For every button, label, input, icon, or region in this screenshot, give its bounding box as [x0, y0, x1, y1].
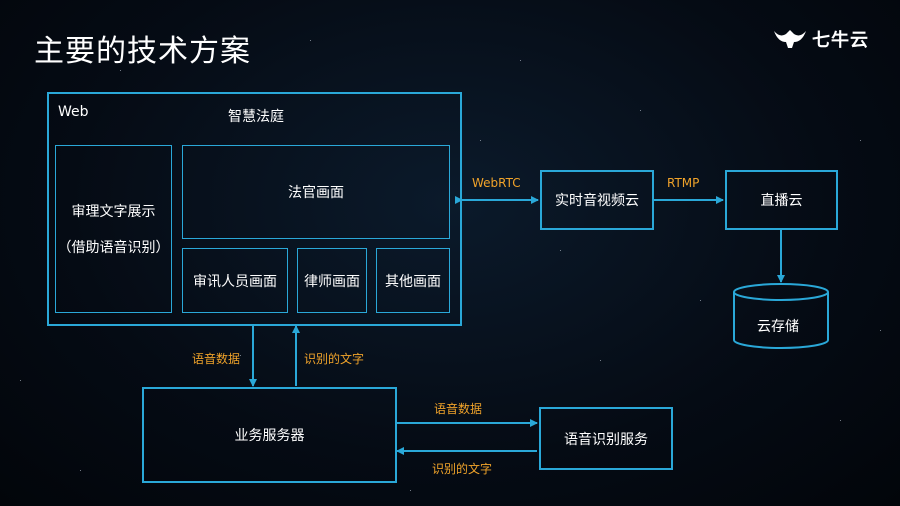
rtmp-label: RTMP: [667, 176, 700, 190]
app-name: 智慧法庭: [228, 109, 284, 125]
lawyer-view-label: 律师画面: [304, 273, 360, 290]
other-view-box: 其他画面: [376, 248, 450, 313]
lawyer-view-box: 律师画面: [297, 248, 367, 313]
voice-right-label: 语音数据: [434, 402, 483, 416]
voice-down-label: 语音数据: [192, 352, 241, 366]
trial-staff-view-label: 审讯人员画面: [193, 273, 277, 290]
text-display-box: 审理文字展示 （借助语音识别）: [55, 145, 172, 313]
web-label: Web: [58, 104, 89, 120]
judge-view-label: 法官画面: [288, 185, 344, 201]
text-display-label: 审理文字展示: [71, 204, 156, 220]
webrtc-label: WebRTC: [472, 176, 521, 190]
trial-staff-view-box: 审讯人员画面: [182, 248, 288, 313]
live-cloud-box: 直播云: [725, 170, 838, 230]
other-view-label: 其他画面: [385, 273, 441, 290]
asr-service-label: 语音识别服务: [564, 431, 648, 448]
text-display-note: （借助语音识别）: [57, 240, 170, 256]
asr-service-box: 语音识别服务: [539, 407, 673, 470]
text-left-label: 识别的文字: [432, 462, 493, 476]
biz-server-label: 业务服务器: [234, 428, 305, 444]
live-cloud-label: 直播云: [760, 193, 803, 209]
cloud-storage-label: 云存储: [757, 319, 799, 335]
text-up-label: 识别的文字: [304, 352, 365, 366]
rtc-cloud-label: 实时音视频云: [555, 193, 639, 209]
judge-view-box: 法官画面: [182, 145, 450, 239]
rtc-cloud-box: 实时音视频云: [540, 170, 654, 230]
biz-server-box: 业务服务器: [142, 387, 397, 483]
